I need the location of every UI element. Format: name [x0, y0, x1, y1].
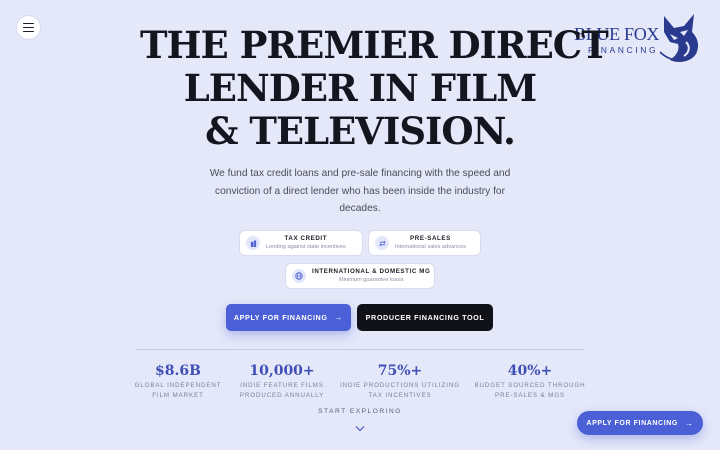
stat-value: 40%+ — [507, 363, 553, 379]
chevron-down-icon[interactable] — [355, 425, 365, 432]
pill-subtitle: Lending against state incentives — [266, 244, 346, 250]
floating-apply-label: APPLY FOR FINANCING — [586, 419, 678, 427]
pill-subtitle: International sales advances — [395, 244, 466, 250]
stat-value: $8.6B — [155, 363, 201, 379]
headline-line-3: & TELEVISION. — [205, 109, 516, 153]
start-exploring-link[interactable]: START EXPLORING — [300, 408, 420, 415]
stat-value: 10,000+ — [249, 363, 315, 379]
stat-budget-presales: 40%+ BUDGET SOURCED THROUGH PRE-SALES & … — [470, 362, 590, 400]
stat-tax-incentives: 75%+ INDIE PRODUCTIONS UTILIZING TAX INC… — [330, 362, 470, 400]
stats-divider — [135, 349, 585, 350]
stat-label-line1: BUDGET SOURCED THROUGH — [474, 382, 586, 389]
globe-icon — [292, 269, 306, 283]
pill-title: TAX CREDIT — [284, 235, 328, 242]
arrow-right-icon: → — [684, 418, 694, 428]
apply-button-label: APPLY FOR FINANCING — [233, 313, 328, 322]
stat-label-line2: PRE-SALES & MGS — [495, 392, 565, 399]
stat-market-size: $8.6B GLOBAL INDEPENDENT FILM MARKET — [118, 362, 238, 400]
hamburger-menu-button[interactable] — [16, 15, 41, 40]
stat-value: 75%+ — [377, 363, 423, 379]
hero-headline: THE PREMIER DIRECT LENDER IN FILM & TELE… — [140, 23, 609, 153]
headline-line-1: THE PREMIER DIRECT — [140, 23, 609, 67]
pill-title: PRE-SALES — [410, 235, 451, 242]
stat-label-line1: GLOBAL INDEPENDENT — [134, 382, 222, 389]
pill-pre-sales[interactable]: PRE-SALES International sales advances — [368, 230, 481, 256]
pill-title: INTERNATIONAL & DOMESTIC MG — [312, 268, 431, 275]
producer-financing-tool-button[interactable]: PRODUCER FINANCING TOOL — [357, 304, 493, 331]
pill-tax-credit[interactable]: TAX CREDIT Lending against state incenti… — [239, 230, 363, 256]
stat-label-line2: PRODUCED ANNUALLY — [239, 392, 325, 399]
stat-label-line2: FILM MARKET — [152, 392, 204, 399]
stat-label-line2: TAX INCENTIVES — [368, 392, 432, 399]
fox-head-icon — [659, 14, 699, 62]
hero-subtitle: We fund tax credit loans and pre-sale fi… — [209, 168, 511, 214]
tool-button-label: PRODUCER FINANCING TOOL — [365, 313, 485, 322]
hamburger-menu-icon — [23, 22, 34, 25]
apply-for-financing-button[interactable]: APPLY FOR FINANCING → — [226, 304, 351, 331]
stat-feature-films: 10,000+ INDIE FEATURE FILMS PRODUCED ANN… — [222, 362, 342, 400]
stat-label-line1: INDIE FEATURE FILMS — [240, 382, 324, 389]
floating-apply-button[interactable]: APPLY FOR FINANCING → — [577, 411, 703, 435]
pill-subtitle: Minimum guarantee loans — [339, 277, 404, 283]
arrow-right-icon: → — [334, 313, 344, 322]
stat-label-line1: INDIE PRODUCTIONS UTILIZING — [340, 382, 460, 389]
exchange-arrows-icon — [375, 236, 389, 250]
headline-line-2: LENDER IN FILM — [183, 66, 538, 110]
pill-international-domestic-mg[interactable]: INTERNATIONAL & DOMESTIC MG Minimum guar… — [285, 263, 435, 289]
building-icon — [246, 236, 260, 250]
